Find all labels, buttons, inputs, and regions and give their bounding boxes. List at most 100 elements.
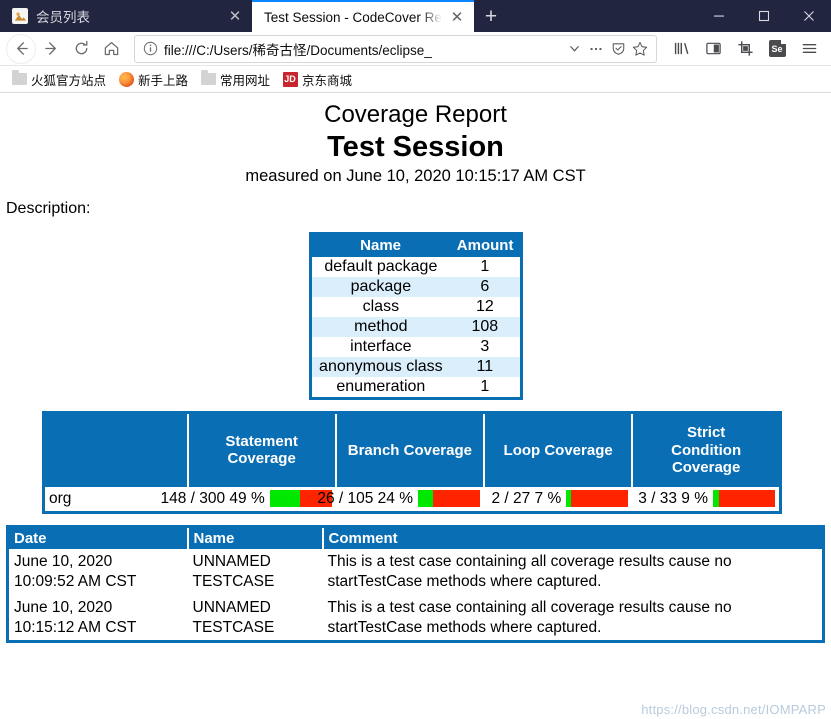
- bookmark-common-sites[interactable]: 常用网址: [194, 68, 276, 90]
- table-row: anonymous class 11: [310, 357, 521, 378]
- header-line: Statement: [225, 432, 298, 450]
- testcase-cell-date: June 10, 2020 10:15:12 AM CST: [14, 598, 137, 636]
- ellipsis-icon[interactable]: [585, 38, 607, 60]
- bookmarks-bar: 火狐官方站点 新手上路 常用网址 JD 京东商城: [0, 66, 831, 93]
- coverage-table: Statement Coverage Branch Coverage Loop …: [42, 411, 782, 515]
- coverage-cell-loop: 2 / 27 7 %: [484, 487, 632, 513]
- info-circle-icon[interactable]: [140, 39, 160, 59]
- menu-icon[interactable]: [793, 34, 825, 64]
- maximize-icon[interactable]: [741, 0, 786, 32]
- watermark: https://blog.csdn.net/IOMPARP: [641, 702, 826, 717]
- shield-icon[interactable]: [607, 38, 629, 60]
- summary-cell-amount: 1: [480, 378, 490, 396]
- testcase-table-container: Date Name Comment June 10, 2020 10:09:52…: [6, 525, 825, 644]
- tab-close-icon[interactable]: ✕: [448, 8, 466, 26]
- url-bar[interactable]: file:///C:/Users/稀奇古怪/Documents/eclipse_: [134, 34, 657, 63]
- summary-cell-amount: 11: [450, 357, 521, 378]
- summary-cell-amount: 108: [450, 317, 521, 338]
- header-line: Condition: [671, 441, 742, 459]
- coverage-value: 3 / 33 9 %: [638, 489, 708, 507]
- summary-cell-name: default package: [324, 258, 438, 276]
- coverage-bar: [418, 490, 480, 508]
- bookmark-jd-mall[interactable]: JD 京东商城: [276, 68, 358, 90]
- table-row: method 108: [310, 317, 521, 338]
- coverage-header-strict-condition: Strict Condition Coverage: [632, 412, 781, 487]
- coverage-value: 2 / 27 7 %: [491, 489, 562, 507]
- table-row: default package 1: [310, 257, 521, 278]
- coverage-cell-strict-condition: 3 / 33 9 %: [632, 487, 780, 513]
- close-icon[interactable]: [786, 0, 831, 32]
- header-line: Loop Coverage: [503, 441, 613, 459]
- chevron-down-icon[interactable]: [563, 38, 585, 60]
- summary-cell-name: package: [310, 277, 451, 298]
- description-label: Description:: [6, 200, 91, 218]
- bookmark-label: 常用网址: [220, 73, 271, 88]
- header-line: Coverage: [227, 450, 296, 468]
- folder-icon: [200, 70, 216, 87]
- page-content: Coverage Report Test Session measured on…: [0, 93, 831, 718]
- tab-title: Test Session - CodeCover Report: [264, 9, 442, 25]
- testcase-cell-date: June 10, 2020 10:09:52 AM CST: [14, 553, 137, 590]
- summary-cell-amount: 12: [475, 298, 494, 316]
- summary-cell-name: interface: [350, 338, 412, 356]
- summary-cell-name: anonymous class: [310, 357, 451, 378]
- testcase-header-comment: Comment: [322, 526, 824, 550]
- testcase-cell-comment: This is a test case containing all cover…: [327, 598, 732, 636]
- table-row: class 12: [310, 297, 521, 317]
- coverage-header-loop: Loop Coverage: [484, 412, 634, 487]
- summary-cell-name: enumeration: [336, 378, 426, 396]
- bookmark-label: 京东商城: [302, 73, 353, 88]
- url-text[interactable]: file:///C:/Users/稀奇古怪/Documents/eclipse_: [160, 39, 563, 59]
- table-header-row: Statement Coverage Branch Coverage Loop …: [43, 412, 781, 487]
- coverage-value: 26 / 105 24 %: [317, 489, 413, 507]
- image-icon: [12, 8, 28, 24]
- folder-icon: [11, 70, 27, 87]
- tab-member-list[interactable]: 会员列表 ✕: [0, 0, 252, 32]
- bookmark-getting-started[interactable]: 新手上路: [112, 68, 194, 90]
- table-row: June 10, 2020 10:09:52 AM CST UNNAMED TE…: [8, 549, 824, 595]
- screenshot-icon[interactable]: [729, 34, 761, 64]
- coverage-bar: [713, 490, 775, 508]
- summary-cell-name: class: [362, 298, 400, 316]
- firefox-icon: [118, 71, 134, 87]
- tab-close-icon[interactable]: ✕: [226, 7, 244, 25]
- page-title: Coverage Report: [324, 101, 507, 128]
- summary-table: Name Amount default package 1 package 6 …: [308, 232, 523, 401]
- window-controls: [696, 0, 831, 32]
- summary-cell-amount: 1: [480, 258, 490, 276]
- toolbar-icons: Se: [665, 34, 825, 64]
- header-line: Strict: [686, 423, 726, 441]
- coverage-value: 148 / 300 49 %: [160, 489, 265, 507]
- tab-title: 会员列表: [36, 10, 90, 25]
- testcase-table: Date Name Comment June 10, 2020 10:09:52…: [6, 525, 825, 644]
- table-row: enumeration 1: [310, 377, 521, 399]
- navigation-toolbar: file:///C:/Users/稀奇古怪/Documents/eclipse_: [0, 32, 831, 66]
- selenium-ide-icon[interactable]: Se: [761, 34, 793, 64]
- table-row: interface 3: [310, 337, 521, 357]
- back-button[interactable]: [6, 33, 36, 64]
- library-icon[interactable]: [665, 34, 697, 64]
- measured-timestamp: measured on June 10, 2020 10:15:17 AM CS…: [245, 167, 586, 186]
- forward-button[interactable]: [36, 34, 66, 64]
- minimize-icon[interactable]: [696, 0, 741, 32]
- browser-window: 会员列表 ✕ Test Session - CodeCover Report ✕…: [0, 0, 831, 719]
- bookmark-firefox-official[interactable]: 火狐官方站点: [5, 68, 112, 90]
- tab-codecover-report[interactable]: Test Session - CodeCover Report ✕: [252, 0, 474, 32]
- coverage-cell-branch: 26 / 105 24 %: [317, 487, 484, 513]
- home-button[interactable]: [96, 34, 126, 64]
- selenium-se-badge: Se: [768, 39, 787, 57]
- table-row: June 10, 2020 10:15:12 AM CST UNNAMED TE…: [8, 595, 824, 642]
- reload-button[interactable]: [66, 34, 96, 64]
- table-header-row: Name Amount: [309, 233, 522, 258]
- coverage-header-branch: Branch Coverage: [335, 412, 486, 487]
- table-row: package 6: [310, 277, 521, 298]
- sidebar-icon[interactable]: [697, 34, 729, 64]
- star-icon[interactable]: [629, 38, 651, 60]
- summary-table-container: Name Amount default package 1 package 6 …: [0, 232, 831, 401]
- summary-cell-amount: 6: [450, 277, 521, 298]
- coverage-cell-statement: 148 / 300 49 %: [160, 487, 336, 513]
- table-row: org 148 / 300 49 % 26 / 105 24 % 2 / 27 …: [44, 487, 781, 513]
- testcase-cell-comment: This is a test case containing all cover…: [327, 553, 732, 590]
- summary-cell-name: method: [310, 317, 451, 338]
- new-tab-button[interactable]: +: [474, 0, 508, 32]
